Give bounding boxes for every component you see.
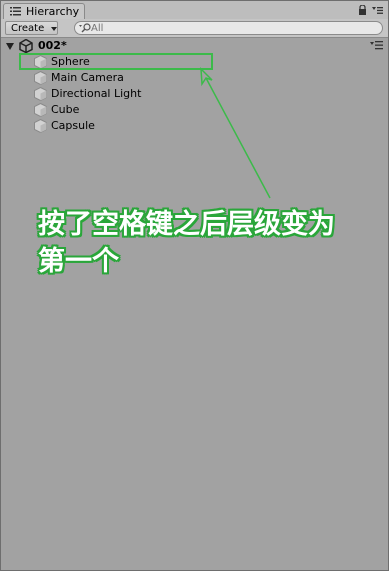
hierarchy-item-label: Main Camera: [51, 71, 124, 84]
hierarchy-item[interactable]: Main Camera: [29, 70, 369, 86]
list-icon: [10, 7, 21, 16]
hierarchy-item-label: Capsule: [51, 119, 95, 132]
gameobject-cube-icon: [34, 119, 47, 133]
tab-bar: Hierarchy: [1, 1, 388, 20]
gameobject-cube-icon: [34, 87, 47, 101]
annotation-text: 按了空格键之后层级变为第一个: [38, 209, 335, 277]
chevron-down-icon: [51, 27, 57, 31]
hierarchy-item-label: Cube: [51, 103, 80, 116]
tab-menu-icon[interactable]: [372, 7, 383, 14]
hierarchy-item[interactable]: Cube: [29, 102, 369, 118]
fold-arrow-icon[interactable]: [6, 43, 14, 50]
scene-name: 002*: [38, 39, 67, 52]
gameobject-cube-icon: [34, 71, 47, 85]
create-label: Create: [11, 23, 45, 34]
create-button[interactable]: Create: [5, 21, 58, 35]
search-field[interactable]: [74, 21, 383, 35]
lock-icon[interactable]: [358, 5, 367, 15]
hierarchy-window: Hierarchy Create All 002* Sphere Main Ca…: [0, 0, 389, 571]
search-input[interactable]: [91, 22, 371, 34]
unity-icon: [19, 39, 33, 53]
scene-menu-icon[interactable]: [370, 41, 383, 50]
tab-hierarchy[interactable]: Hierarchy: [3, 3, 85, 20]
toolbar: Create: [1, 19, 388, 38]
hierarchy-item[interactable]: Capsule: [29, 118, 369, 134]
hierarchy-item[interactable]: Directional Light: [29, 86, 369, 102]
gameobject-cube-icon: [34, 103, 47, 117]
highlight-box: [19, 53, 213, 70]
hierarchy-item-label: Directional Light: [51, 87, 142, 100]
scene-row[interactable]: 002*: [1, 38, 388, 54]
tab-label: Hierarchy: [26, 5, 80, 18]
